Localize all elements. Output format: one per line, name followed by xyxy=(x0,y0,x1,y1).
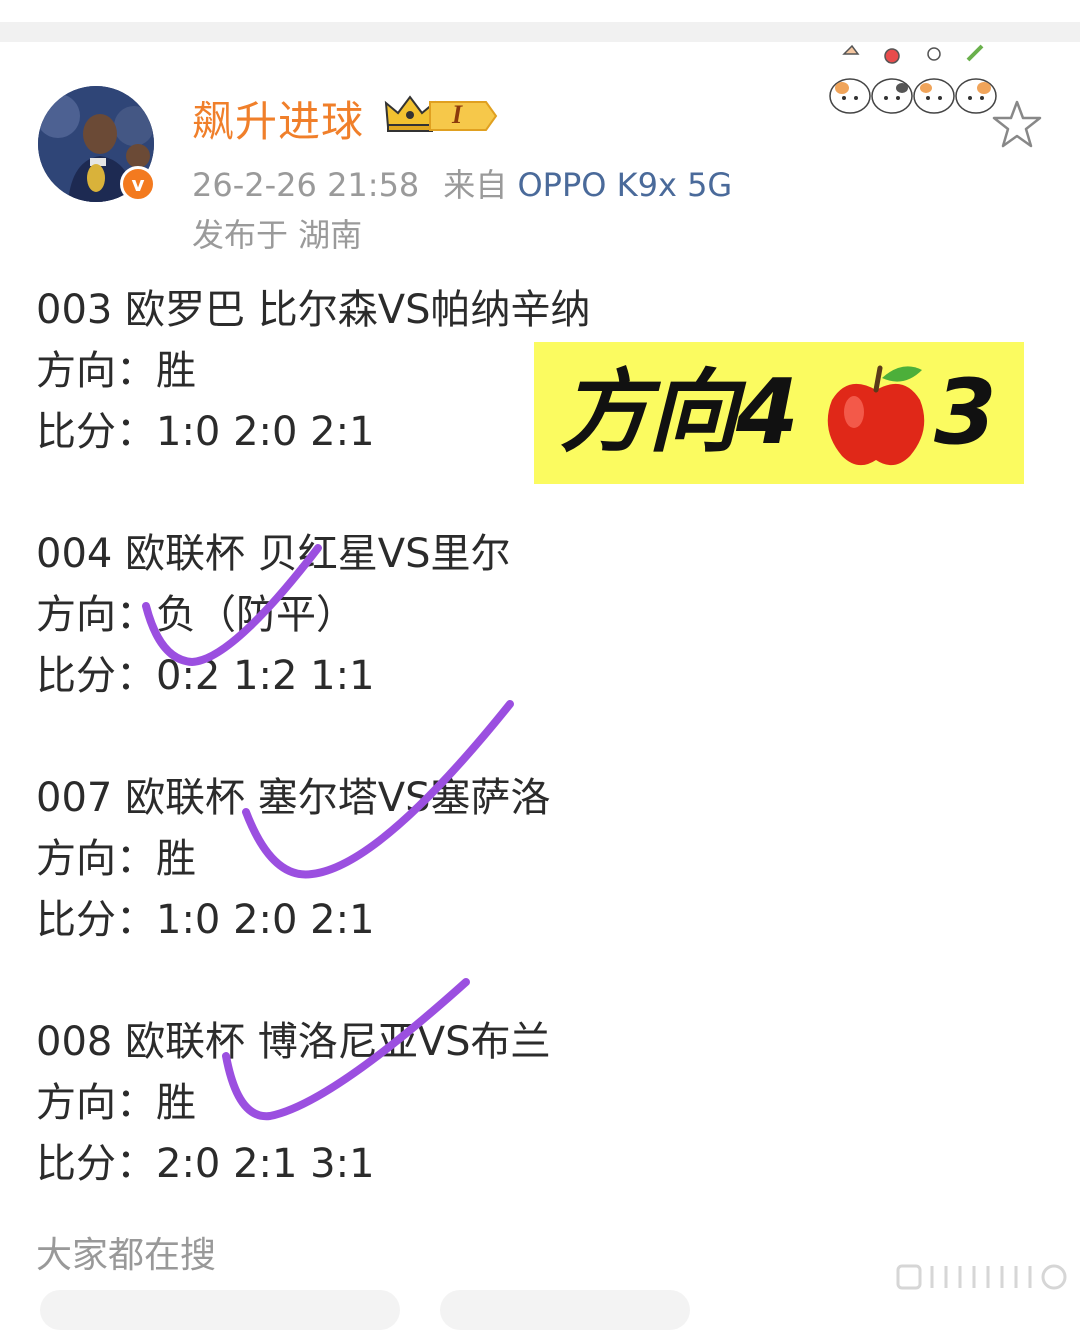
match-title: 008 欧联杯 博洛尼亚VS布兰 xyxy=(36,1019,551,1065)
level-badge[interactable]: I xyxy=(428,98,498,134)
level-badge-label: I xyxy=(452,100,463,129)
highlight-text: 方向4 xyxy=(560,360,799,465)
match-003: 003 欧罗巴 比尔森VS帕纳辛纳 方向：胜 比分：1:0 2:0 2:1 xyxy=(36,280,591,463)
watermark-icon xyxy=(896,1264,1067,1290)
match-title: 004 欧联杯 贝红星VS里尔 xyxy=(36,531,511,577)
post-meta: 26-2-26 21:58 来自 OPPO K9x 5G xyxy=(192,160,732,206)
match-score: 比分：2:0 2:1 3:1 xyxy=(36,1141,375,1187)
post-timestamp: 26-2-26 21:58 xyxy=(192,166,420,204)
trending-search-label: 大家都在搜 xyxy=(36,1235,217,1276)
apple-icon xyxy=(827,365,925,466)
match-direction: 方向：负（防平） xyxy=(36,592,356,638)
device-link[interactable]: OPPO K9x 5G xyxy=(517,166,732,204)
username[interactable]: 飙升进球 xyxy=(192,88,364,149)
match-direction: 方向：胜 xyxy=(36,1080,196,1126)
match-004: 004 欧联杯 贝红星VS里尔 方向：负（防平） 比分：0:2 1:2 1:1 xyxy=(36,524,511,707)
source-prefix: 来自 xyxy=(443,166,508,204)
status-area xyxy=(0,0,1080,22)
match-direction: 方向：胜 xyxy=(36,348,196,394)
favorite-star-icon[interactable] xyxy=(990,98,1044,152)
cat-sticker-icon xyxy=(829,44,997,114)
post-location: 发布于 湖南 xyxy=(192,216,363,254)
match-direction: 方向：胜 xyxy=(36,836,196,882)
match-score: 比分：1:0 2:0 2:1 xyxy=(36,409,375,455)
match-score: 比分：1:0 2:0 2:1 xyxy=(36,897,375,943)
level-badge-shape xyxy=(429,101,498,131)
match-007: 007 欧联杯 塞尔塔VS塞萨洛 方向：胜 比分：1:0 2:0 2:1 xyxy=(36,768,551,951)
search-chip[interactable] xyxy=(40,1290,400,1330)
verified-badge: v xyxy=(120,166,156,202)
highlight-number: 3 xyxy=(934,360,997,465)
divider xyxy=(0,22,1080,42)
match-008: 008 欧联杯 博洛尼亚VS布兰 方向：胜 比分：2:0 2:1 3:1 xyxy=(36,1012,551,1195)
match-score: 比分：0:2 1:2 1:1 xyxy=(36,653,375,699)
search-chip[interactable] xyxy=(440,1290,690,1330)
match-title: 003 欧罗巴 比尔森VS帕纳辛纳 xyxy=(36,287,591,333)
match-title: 007 欧联杯 塞尔塔VS塞萨洛 xyxy=(36,775,551,821)
